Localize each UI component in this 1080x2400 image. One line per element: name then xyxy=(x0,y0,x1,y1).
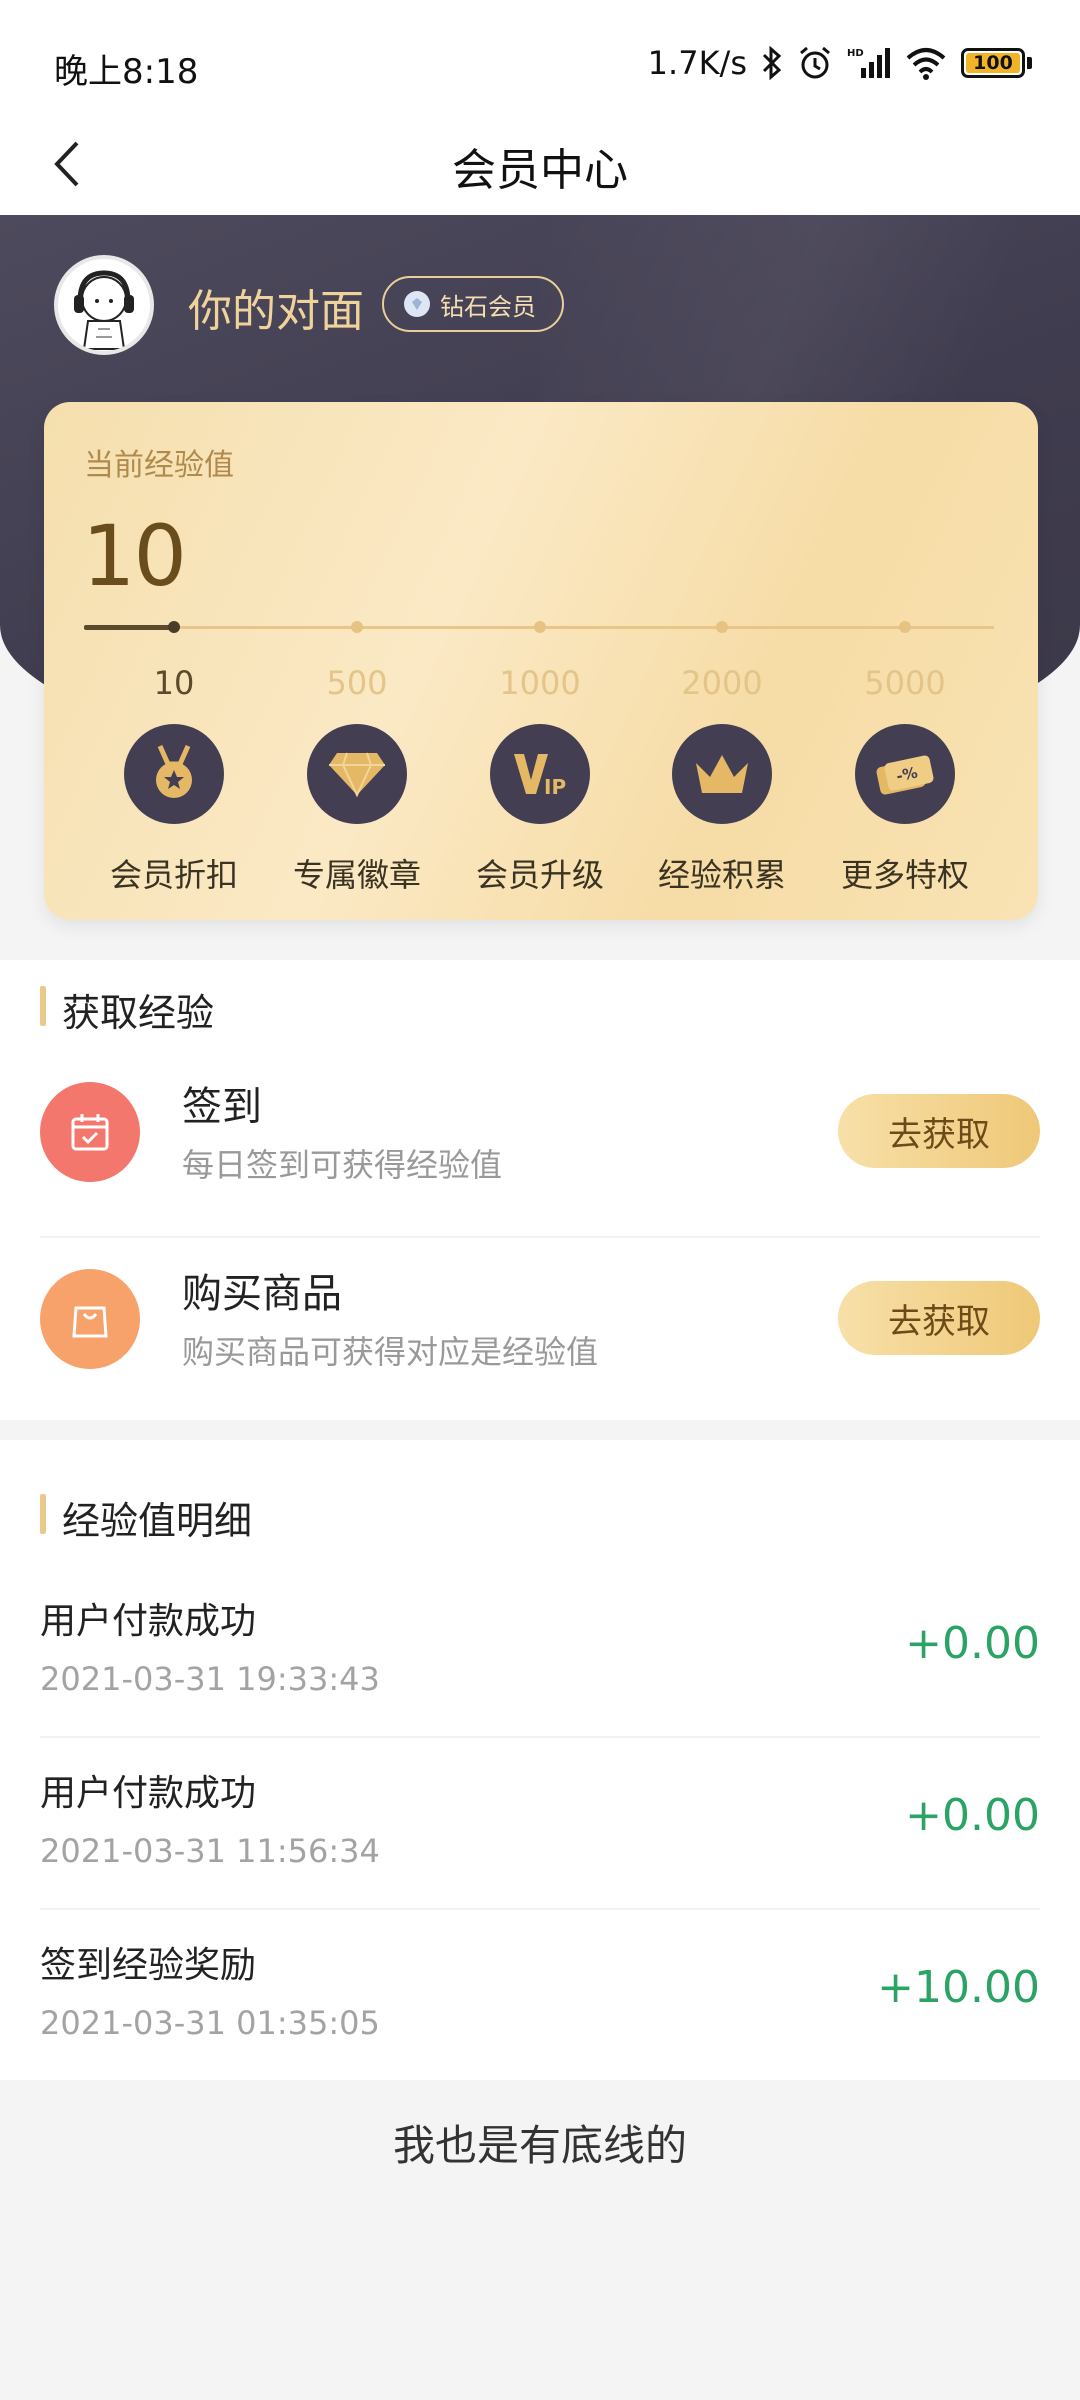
perk-member-discount[interactable]: 会员折扣 xyxy=(94,724,254,896)
member-level-label: 钻石会员 xyxy=(440,292,536,321)
record-title: 用户付款成功 xyxy=(40,1601,257,1642)
record-amount: +10.00 xyxy=(877,1962,1040,2013)
task-title: 签到 xyxy=(182,1084,262,1130)
page-title: 会员中心 xyxy=(452,145,628,196)
milestone-dot xyxy=(716,621,728,633)
record-time: 2021-03-31 11:56:34 xyxy=(40,1832,380,1870)
milestone-label: 500 xyxy=(326,664,388,702)
svg-text:HD: HD xyxy=(847,48,864,59)
battery-icon: 100 xyxy=(961,48,1032,78)
hd-signal-icon: HD xyxy=(847,46,891,80)
perk-label: 专属徽章 xyxy=(292,856,421,894)
sign-in-get-button[interactable]: 去获取 xyxy=(838,1094,1040,1168)
perk-label: 会员折扣 xyxy=(109,856,238,894)
avatar[interactable] xyxy=(54,255,154,355)
perk-member-upgrade[interactable]: IP 会员升级 xyxy=(460,724,620,896)
record-amount: +0.00 xyxy=(905,1618,1040,1669)
detail-row: 用户付款成功 2021-03-31 19:33:43 +0.00 xyxy=(0,1570,1080,1742)
milestone-dot xyxy=(534,621,546,633)
detail-row: 用户付款成功 2021-03-31 11:56:34 +0.00 xyxy=(0,1742,1080,1914)
perk-exclusive-badge[interactable]: 专属徽章 xyxy=(277,724,437,896)
section-title: 获取经验 xyxy=(40,982,214,1037)
milestone-label: 5000 xyxy=(864,664,946,702)
svg-text:IP: IP xyxy=(544,775,566,799)
experience-value: 10 xyxy=(82,507,187,605)
perk-more-privileges[interactable]: -% 更多特权 xyxy=(825,724,985,896)
experience-label: 当前经验值 xyxy=(84,448,234,483)
alarm-icon xyxy=(797,45,833,81)
task-description: 购买商品可获得对应是经验值 xyxy=(182,1333,599,1371)
status-time: 晚上8:18 xyxy=(54,52,199,92)
wifi-icon xyxy=(905,46,947,80)
vip-icon: IP xyxy=(490,724,590,824)
bluetooth-icon xyxy=(761,46,783,80)
task-title: 购买商品 xyxy=(182,1271,342,1317)
status-icons: 1.7K/s HD 100 xyxy=(648,44,1032,82)
record-time: 2021-03-31 01:35:05 xyxy=(40,2004,380,2042)
crown-icon xyxy=(672,724,772,824)
task-description: 每日签到可获得经验值 xyxy=(182,1146,503,1184)
shopping-bag-icon xyxy=(40,1269,140,1369)
medal-icon xyxy=(124,724,224,824)
network-speed: 1.7K/s xyxy=(647,44,747,82)
experience-detail-section: 经验值明细 用户付款成功 2021-03-31 19:33:43 +0.00 用… xyxy=(0,1440,1080,2080)
perk-label: 经验积累 xyxy=(657,856,786,894)
diamond-badge-icon xyxy=(404,291,430,317)
milestone-dot xyxy=(351,621,363,633)
experience-card: 当前经验值 10 10 500 1000 2000 5000 会员折扣 专属徽章… xyxy=(44,402,1038,920)
nav-bar: 会员中心 xyxy=(0,120,1080,215)
record-time: 2021-03-31 19:33:43 xyxy=(40,1660,380,1698)
section-title: 经验值明细 xyxy=(40,1490,252,1545)
end-of-list-text: 我也是有底线的 xyxy=(392,2121,687,2170)
divider xyxy=(40,1908,1040,1910)
perk-experience-accumulation[interactable]: 经验积累 xyxy=(642,724,802,896)
perk-label: 更多特权 xyxy=(840,856,969,894)
milestone-label: 1000 xyxy=(499,664,581,702)
perk-label: 会员升级 xyxy=(475,856,604,894)
status-bar: 晚上8:18 1.7K/s HD 100 xyxy=(0,0,1080,120)
divider xyxy=(40,1736,1040,1738)
earn-experience-section: 获取经验 签到 每日签到可获得经验值 去获取 购买商品 购买商品可获得对应是经验… xyxy=(0,960,1080,1420)
milestone-dot xyxy=(168,621,180,633)
avatar-illustration xyxy=(74,270,134,350)
record-title: 用户付款成功 xyxy=(40,1773,257,1814)
milestone-label: 2000 xyxy=(681,664,763,702)
experience-progress-bar xyxy=(84,625,175,630)
record-title: 签到经验奖励 xyxy=(40,1945,257,1986)
record-amount: +0.00 xyxy=(905,1790,1040,1841)
member-level-badge: 钻石会员 xyxy=(382,276,564,332)
purchase-get-button[interactable]: 去获取 xyxy=(838,1281,1040,1355)
task-row-purchase: 购买商品 购买商品可获得对应是经验值 去获取 xyxy=(0,1237,1080,1423)
milestone-dot xyxy=(899,621,911,633)
battery-level: 100 xyxy=(973,52,1013,74)
detail-row: 签到经验奖励 2021-03-31 01:35:05 +10.00 xyxy=(0,1914,1080,2086)
calendar-icon xyxy=(40,1082,140,1182)
diamond-icon xyxy=(307,724,407,824)
coupon-icon: -% xyxy=(855,724,955,824)
user-name: 你的对面 xyxy=(188,286,364,337)
task-row-sign-in: 签到 每日签到可获得经验值 去获取 xyxy=(0,1050,1080,1236)
milestone-label: 10 xyxy=(153,664,195,702)
